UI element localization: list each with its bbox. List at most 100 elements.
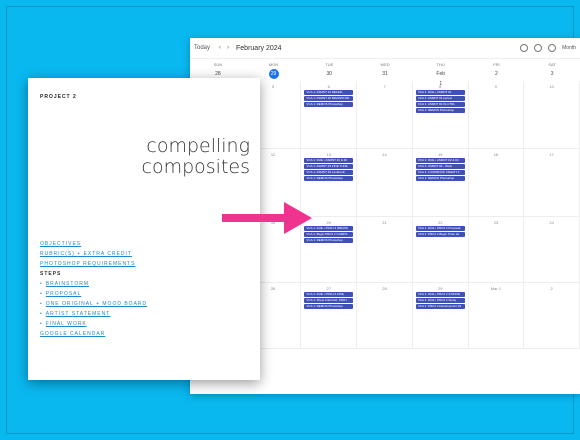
calendar-event[interactable]: VCA 1: LOOKBOOK CREDIT 2	[415, 170, 465, 175]
day-of-week: WED	[380, 62, 390, 67]
day-of-week: TUE	[325, 62, 334, 67]
google-calendar-link[interactable]: GOOGLE CALENDAR	[40, 329, 240, 339]
calendar-event[interactable]: VCA 1: ASMNT #3 FINE TUNE	[304, 164, 354, 169]
day-cell[interactable]: 8 VCA 1: DUE • ASMNT #1 VCA 1: ASMNT #1 pe…	[412, 81, 469, 149]
step-artist-statement[interactable]: • ARTIST STATEMENT	[40, 309, 240, 319]
calendar-event[interactable]: VCA 1: DUE • ASMNT #1	[415, 90, 465, 95]
project-label: PROJECT 2	[40, 94, 77, 100]
day-cell[interactable]: 22 VCA 1: DUE • PROJ 2 Proposal VCA 1: PRO…	[412, 217, 469, 283]
day-number: 7	[383, 84, 386, 89]
gear-icon[interactable]	[548, 44, 557, 52]
help-icon[interactable]	[534, 44, 543, 52]
search-icon[interactable]	[520, 44, 529, 52]
prev-chevron-icon[interactable]: ‹	[219, 45, 221, 51]
month-title: February 2024	[236, 44, 282, 52]
rubrics-link[interactable]: RUBRIC(S) + EXTRA CREDIT	[40, 249, 240, 259]
day-cell[interactable]: 15 VCA 1: DUE • ASMNT #2 & #3 VCA 1: ASMNT…	[412, 149, 469, 217]
day-number[interactable]: 3	[547, 69, 557, 79]
calendar-event[interactable]: VCA 1: PROJ 2 Begin Proto 2a	[415, 232, 465, 237]
day-number: 21	[382, 220, 387, 225]
step-final-work[interactable]: • FINAL WORK	[40, 319, 240, 329]
day-number: 17	[549, 152, 554, 157]
day-number: 27	[326, 286, 331, 291]
day-number: 10	[549, 84, 554, 89]
bullet-icon: •	[40, 311, 43, 317]
calendar-event[interactable]: VCA 1: DEMOS Photoshop	[304, 176, 354, 181]
calendar-event[interactable]: VCA 1: ASMNT #1 REFER...	[304, 90, 354, 95]
calendar-event[interactable]: VCA 1: DEMOS Photoshop	[304, 238, 354, 243]
bullet-icon: •	[40, 281, 43, 287]
day-number[interactable]: 31	[380, 69, 390, 79]
calendar-event[interactable]: VCA 1: DUE • PROJ 2 STRATE	[415, 292, 465, 297]
day-of-week: MON	[268, 62, 279, 67]
calendar-event[interactable]: VCA 1: ASMNT #2 BRAINSTOR	[304, 96, 354, 101]
calendar-event[interactable]: VCA 1: ASMNT #2 IN-CTRL	[415, 102, 465, 107]
day-number: Mar 1	[490, 286, 502, 291]
day-number[interactable]: 2	[491, 69, 501, 79]
calendar-event[interactable]: VCA 1: DUE • ASMNT #1 & #2	[304, 158, 354, 163]
day-cell[interactable]: 28	[357, 283, 413, 349]
day-number: 9	[494, 84, 498, 89]
calendar-event[interactable]: VCA 1: Show Artist Ref. PROJ	[304, 298, 354, 303]
day-of-week: FRI	[493, 62, 500, 67]
document-title: compelling composites	[142, 136, 250, 178]
next-chevron-icon[interactable]: ›	[227, 45, 229, 51]
day-cell[interactable]: 14	[357, 149, 413, 217]
day-cell[interactable]: 16	[468, 149, 525, 217]
bullet-icon: •	[40, 291, 43, 297]
day-number: 22	[437, 220, 443, 225]
calendar-event[interactable]: VCA 1: DEMOS Photoshop	[415, 108, 465, 113]
calendar-event[interactable]: VCA 1: ASMNT #4 - Work	[415, 164, 465, 169]
calendar-event[interactable]: VCA 1: DEMOS Photoshop	[304, 304, 354, 309]
day-number: 16	[493, 152, 499, 157]
calendar-event[interactable]: VCA 1: DUE • PROJ 2 FINE	[304, 292, 354, 297]
step-original-mood-board[interactable]: • ONE ORIGINAL + MOOD BOARD	[40, 299, 240, 309]
day-cell[interactable]: 24	[524, 217, 580, 283]
step-brainstorm[interactable]: • BRAINSTORM	[40, 279, 240, 289]
calendar-event[interactable]: VCA 1: PROJ 2 Development #4	[415, 304, 465, 309]
calendar-event[interactable]: VCA 1: ASMNT #4 Lookbook	[304, 170, 354, 175]
calendar-event[interactable]: VCA 1: ASMNT #1 period	[415, 96, 465, 101]
day-number[interactable]: 30	[324, 69, 334, 79]
day-cell[interactable]: 21	[357, 217, 413, 283]
day-number: 29	[437, 286, 443, 291]
title-line-2: composites	[141, 156, 250, 178]
day-number: 15	[437, 152, 443, 157]
day-cell[interactable]: 7	[357, 81, 413, 149]
calendar-toolbar: Today ‹ › February 2024 Month	[190, 38, 580, 59]
step-label: ONE ORIGINAL + MOOD BOARD	[45, 301, 148, 307]
today-button[interactable]: Today	[194, 45, 210, 51]
day-cell[interactable]: 27 VCA 1: DUE • PROJ 2 FINE VCA 1: Show Ar…	[301, 283, 358, 349]
objectives-link[interactable]: OBJECTIVES	[40, 239, 240, 249]
day-cell[interactable]: 6 VCA 1: ASMNT #1 REFER... VCA 1: ASMNT #2…	[301, 81, 358, 149]
day-number: 24	[549, 220, 554, 225]
day-of-week: SAT	[548, 62, 556, 67]
step-proposal[interactable]: • PROPOSAL	[40, 289, 240, 299]
step-label: BRAINSTORM	[45, 281, 90, 287]
step-label: PROPOSAL	[45, 291, 82, 297]
day-number[interactable]: Feb 1	[436, 69, 446, 87]
day-cell[interactable]: 23	[468, 217, 525, 283]
today-date[interactable]: 29	[268, 69, 279, 79]
calendar-event[interactable]: VCA 1: DUE • PROJ 2 Proposal	[415, 226, 465, 231]
calendar-event[interactable]: VCA 1: DUE • ASMNT #2 & #3	[415, 158, 465, 163]
step-label: FINAL WORK	[45, 321, 87, 327]
day-number: 6	[327, 84, 330, 89]
day-number: 8	[439, 84, 442, 89]
calendar-event[interactable]: VCA 1: DUE • PROJ 2 Study	[415, 298, 465, 303]
view-selector[interactable]: Month	[562, 45, 576, 51]
day-cell[interactable]: Mar 1	[468, 283, 525, 349]
day-cell[interactable]: 2	[524, 283, 580, 349]
bullet-icon: •	[40, 301, 43, 307]
steps-heading: STEPS	[40, 271, 62, 277]
day-number: 13	[326, 152, 331, 157]
day-cell[interactable]: 10	[524, 81, 580, 149]
calendar-event[interactable]: VCA 1: DEMOS Photoshop	[415, 176, 465, 181]
day-cell[interactable]: 9	[468, 81, 525, 149]
calendar-event[interactable]: VCA 1: DEMOS Photoshop	[304, 102, 354, 107]
day-cell[interactable]: 17	[524, 149, 580, 217]
title-line-1: compelling	[146, 135, 250, 157]
photoshop-requirements-link[interactable]: PHOTOSHOP REQUIREMENTS	[40, 259, 240, 269]
day-cell[interactable]: 29 VCA 1: DUE • PROJ 2 STRATE VCA 1: DUE •…	[412, 283, 469, 349]
day-number: 28	[382, 286, 387, 291]
